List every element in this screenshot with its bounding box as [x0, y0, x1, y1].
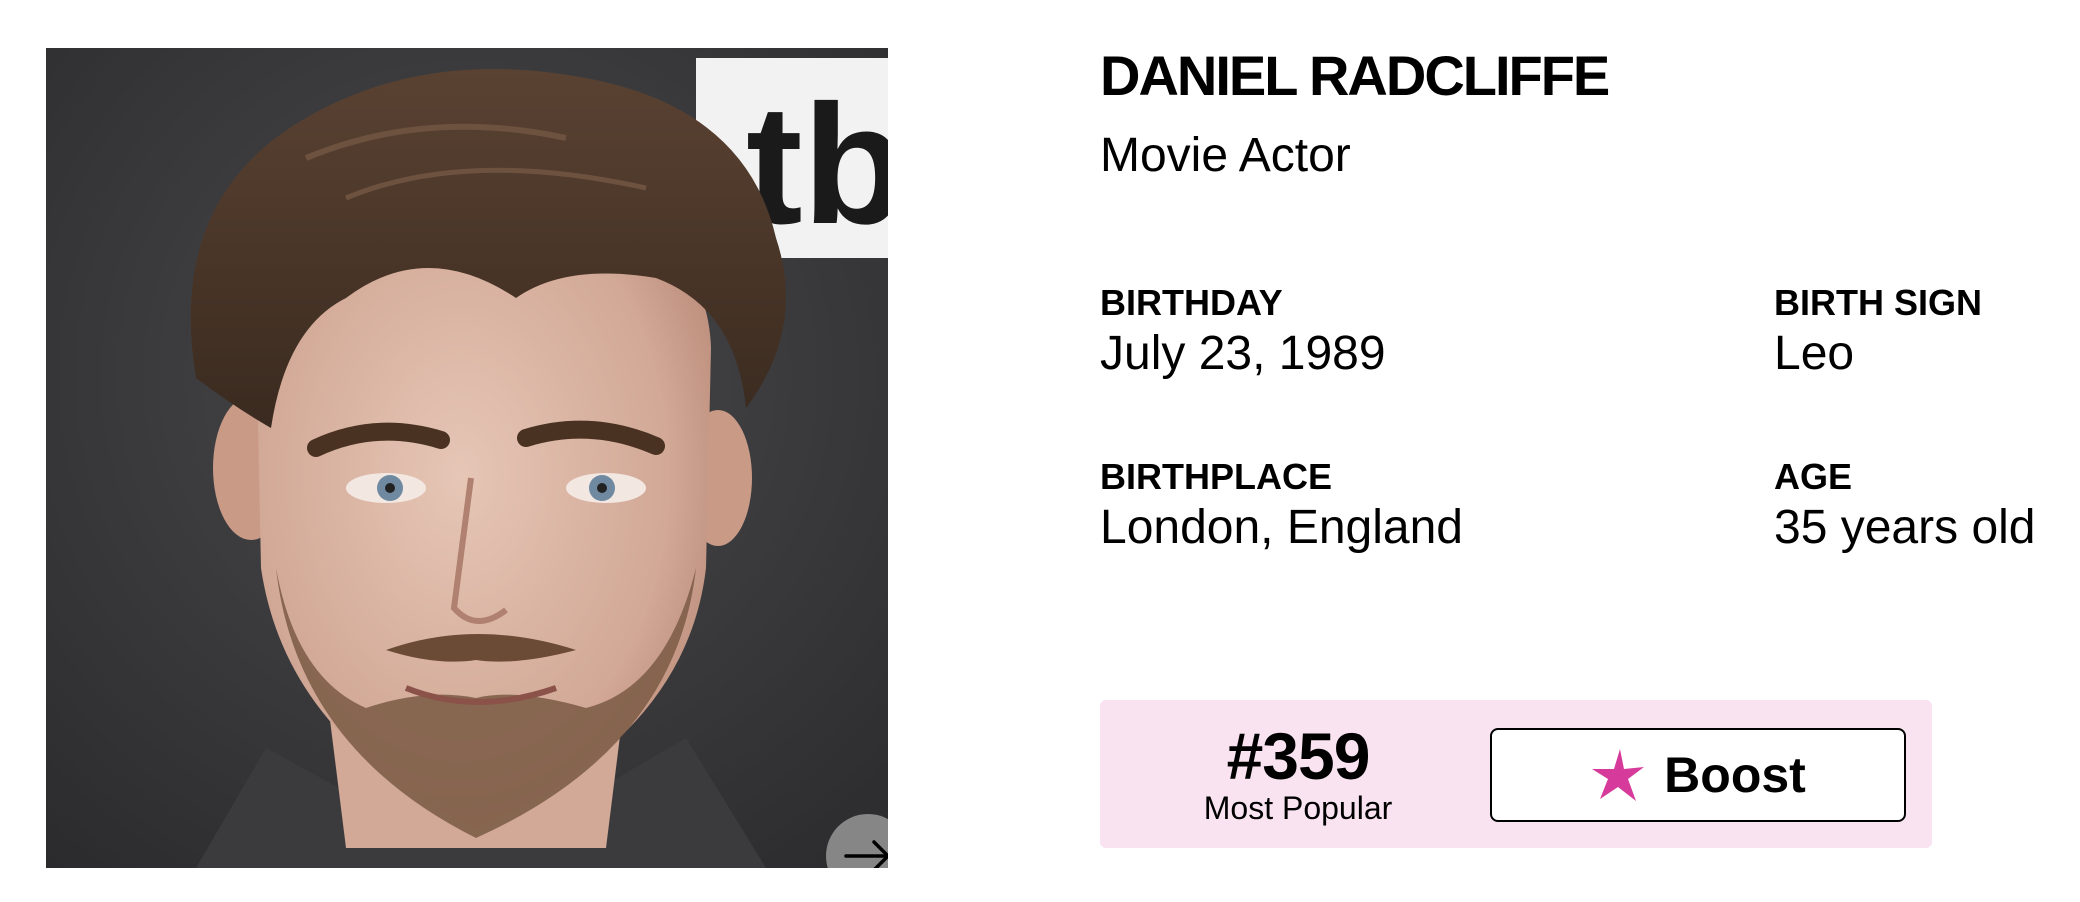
birthplace-value[interactable]: London, England	[1100, 500, 1463, 556]
portrait-image: tb	[46, 48, 888, 868]
star-icon	[1590, 747, 1646, 803]
birthday-value[interactable]: July 23, 1989	[1100, 326, 1386, 382]
boost-label: Boost	[1664, 747, 1806, 803]
rank-number: #359	[1226, 719, 1371, 793]
birthday-label: BIRTHDAY	[1100, 282, 1283, 323]
popularity-panel: #359 Most Popular Boost	[1100, 700, 1932, 848]
fact-age: AGE 35 years old	[1774, 456, 2036, 556]
arrow-right-icon	[842, 838, 888, 868]
celebrity-occupation[interactable]: Movie Actor	[1100, 128, 1351, 184]
rank-caption: Most Popular	[1203, 790, 1393, 826]
profile-photo[interactable]: tb	[46, 48, 888, 868]
fact-birthplace: BIRTHPLACE London, England	[1100, 456, 1463, 556]
celebrity-profile-card: tb DANIEL RADCLIFFE Movie Actor BIRTHDAY…	[0, 0, 2080, 902]
celebrity-name: DANIEL RADCLIFFE	[1100, 44, 1610, 107]
boost-button[interactable]: Boost	[1490, 728, 1906, 822]
birthplace-label: BIRTHPLACE	[1100, 456, 1332, 497]
age-label: AGE	[1774, 456, 1853, 497]
fact-birthday: BIRTHDAY July 23, 1989	[1100, 282, 1386, 382]
age-value[interactable]: 35 years old	[1774, 500, 2036, 556]
popularity-rank: #359 Most Popular	[1194, 722, 1402, 826]
birth-sign-label: BIRTH SIGN	[1774, 282, 1983, 323]
fact-birth-sign: BIRTH SIGN Leo	[1774, 282, 1982, 382]
birth-sign-value[interactable]: Leo	[1774, 326, 1982, 382]
